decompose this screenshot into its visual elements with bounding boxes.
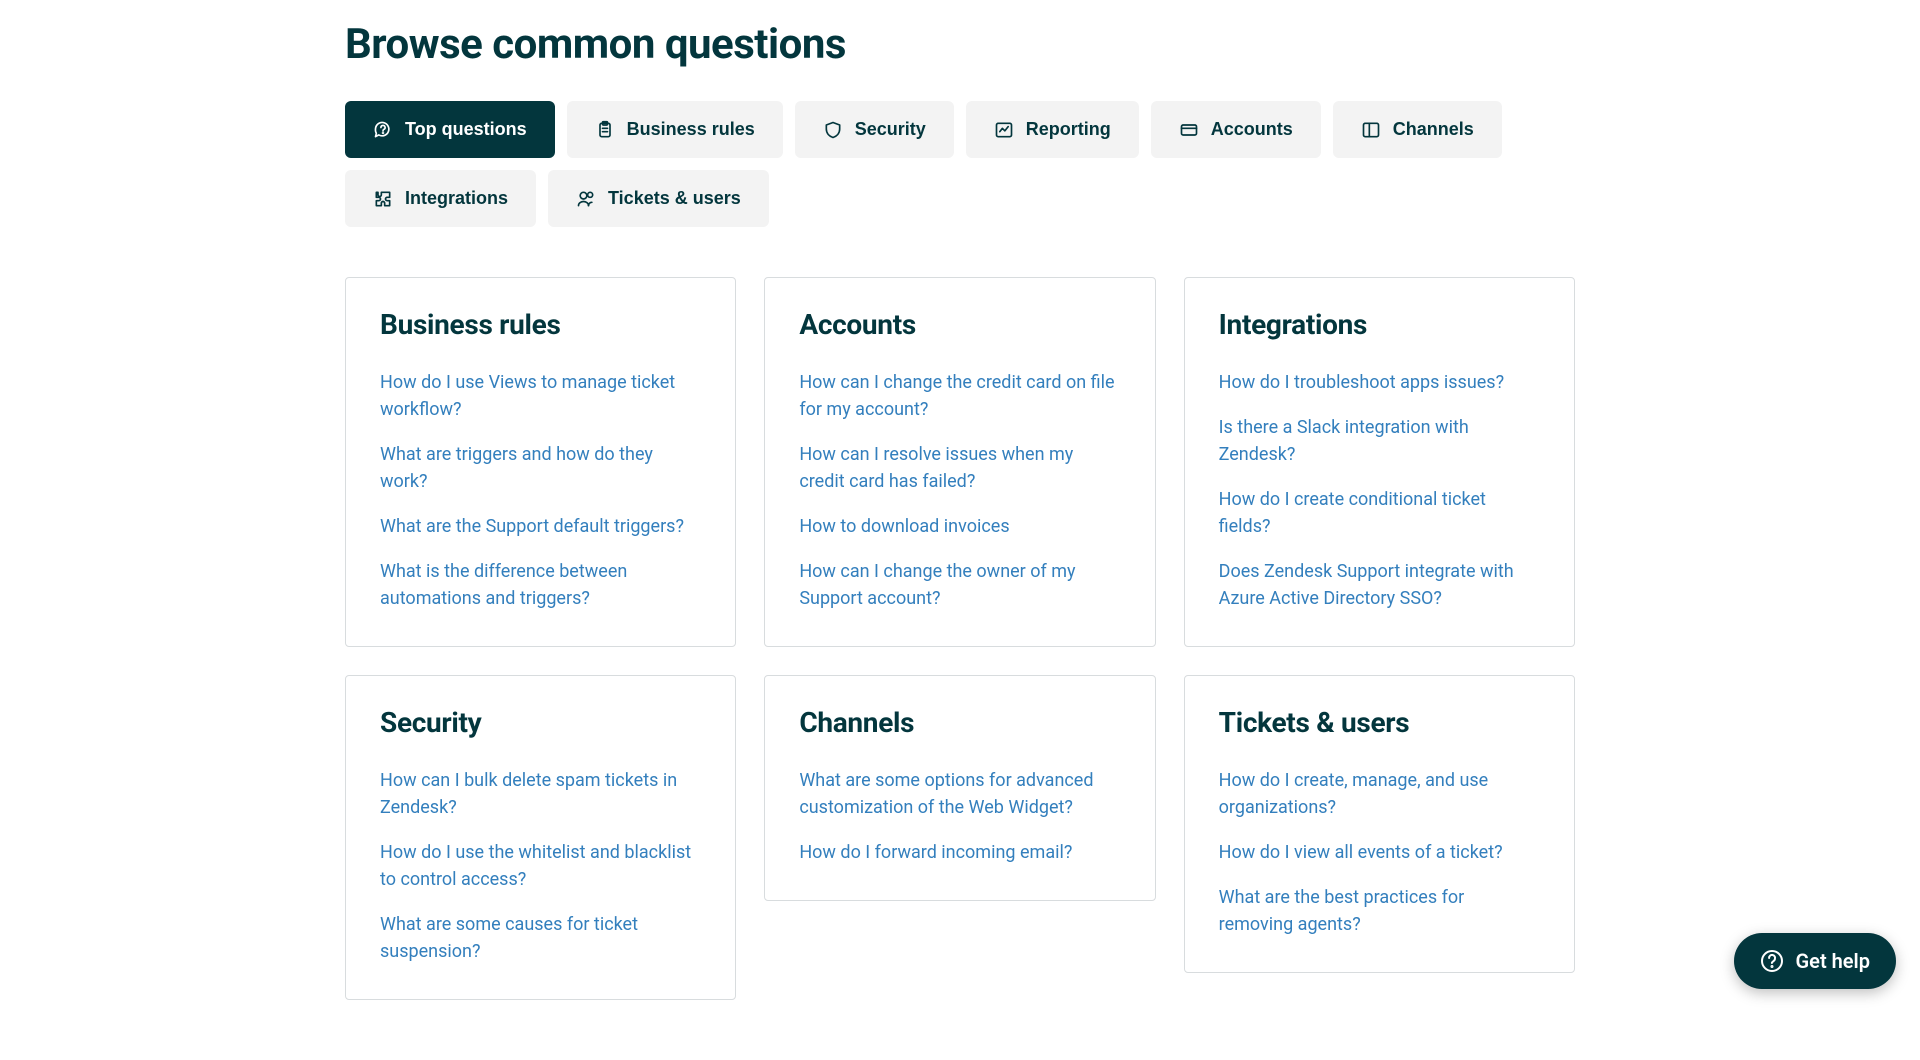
tab-channels[interactable]: Channels [1333, 101, 1502, 158]
tab-top-questions[interactable]: Top questions [345, 101, 555, 158]
help-icon [1760, 949, 1784, 973]
question-link[interactable]: How can I bulk delete spam tickets in Ze… [380, 770, 677, 818]
question-link[interactable]: What is the difference between automatio… [380, 561, 627, 609]
cards-column: Accounts How can I change the credit card… [764, 277, 1155, 901]
question-link[interactable]: How do I create conditional ticket field… [1219, 489, 1486, 537]
question-link[interactable]: How do I view all events of a ticket? [1219, 842, 1503, 863]
question-link[interactable]: How do I use Views to manage ticket work… [380, 372, 675, 420]
get-help-widget[interactable]: Get help [1734, 933, 1896, 989]
card-link-list: How do I troubleshoot apps issues? Is the… [1219, 369, 1540, 612]
question-link[interactable]: How do I forward incoming email? [799, 842, 1072, 863]
card-title: Business rules [380, 308, 701, 341]
tab-label: Reporting [1026, 119, 1111, 140]
list-item: What are some options for advanced custo… [799, 767, 1120, 821]
question-link[interactable]: What are the best practices for removing… [1219, 887, 1465, 935]
question-link[interactable]: How do I troubleshoot apps issues? [1219, 372, 1504, 393]
card-channels: Channels What are some options for advanc… [764, 675, 1155, 901]
tab-tickets-users[interactable]: Tickets & users [548, 170, 769, 227]
card-link-list: How do I use Views to manage ticket work… [380, 369, 701, 612]
list-item: How do I view all events of a ticket? [1219, 839, 1540, 866]
tab-business-rules[interactable]: Business rules [567, 101, 783, 158]
question-link[interactable]: What are the Support default triggers? [380, 516, 684, 537]
list-item: How do I troubleshoot apps issues? [1219, 369, 1540, 396]
question-link[interactable]: What are some options for advanced custo… [799, 770, 1093, 818]
get-help-label: Get help [1796, 949, 1870, 973]
list-item: Is there a Slack integration with Zendes… [1219, 414, 1540, 468]
card-title: Accounts [799, 308, 1120, 341]
tab-label: Integrations [405, 188, 508, 209]
list-item: What are triggers and how do they work? [380, 441, 701, 495]
list-item: What are some causes for ticket suspensi… [380, 911, 701, 965]
card-link-list: What are some options for advanced custo… [799, 767, 1120, 866]
question-link[interactable]: How can I change the owner of my Support… [799, 561, 1075, 609]
tab-label: Security [855, 119, 926, 140]
list-item: How to download invoices [799, 513, 1120, 540]
card-title: Integrations [1219, 308, 1540, 341]
list-item: How do I create conditional ticket field… [1219, 486, 1540, 540]
tab-label: Business rules [627, 119, 755, 140]
tab-label: Top questions [405, 119, 527, 140]
tab-security[interactable]: Security [795, 101, 954, 158]
category-tabs: Top questions Business rules Security Repor… [345, 101, 1575, 227]
question-link[interactable]: Does Zendesk Support integrate with Azur… [1219, 561, 1514, 609]
list-item: How can I change the owner of my Support… [799, 558, 1120, 612]
credit-card-icon [1179, 120, 1199, 140]
users-icon [576, 189, 596, 209]
card-integrations: Integrations How do I troubleshoot apps i… [1184, 277, 1575, 647]
tab-reporting[interactable]: Reporting [966, 101, 1139, 158]
question-link[interactable]: Is there a Slack integration with Zendes… [1219, 417, 1469, 465]
card-title: Channels [799, 706, 1120, 739]
card-business-rules: Business rules How do I use Views to mana… [345, 277, 736, 647]
list-item: How can I resolve issues when my credit … [799, 441, 1120, 495]
tab-label: Channels [1393, 119, 1474, 140]
tab-integrations[interactable]: Integrations [345, 170, 536, 227]
cards-grid: Business rules How do I use Views to mana… [345, 277, 1575, 1000]
tab-label: Accounts [1211, 119, 1293, 140]
question-link[interactable]: What are triggers and how do they work? [380, 444, 653, 492]
cards-column: Integrations How do I troubleshoot apps i… [1184, 277, 1575, 973]
chat-question-icon [373, 120, 393, 140]
list-item: What are the best practices for removing… [1219, 884, 1540, 938]
question-link[interactable]: What are some causes for ticket suspensi… [380, 914, 638, 962]
list-item: How do I create, manage, and use organiz… [1219, 767, 1540, 821]
card-link-list: How do I create, manage, and use organiz… [1219, 767, 1540, 938]
shield-icon [823, 120, 843, 140]
card-tickets-users: Tickets & users How do I create, manage, … [1184, 675, 1575, 973]
card-security: Security How can I bulk delete spam ticke… [345, 675, 736, 1000]
chart-icon [994, 120, 1014, 140]
question-link[interactable]: How do I create, manage, and use organiz… [1219, 770, 1489, 818]
question-link[interactable]: How can I change the credit card on file… [799, 372, 1114, 420]
question-link[interactable]: How to download invoices [799, 516, 1009, 537]
question-link[interactable]: How do I use the whitelist and blacklist… [380, 842, 691, 890]
puzzle-icon [373, 189, 393, 209]
question-link[interactable]: How can I resolve issues when my credit … [799, 444, 1073, 492]
card-accounts: Accounts How can I change the credit card… [764, 277, 1155, 647]
cards-column: Business rules How do I use Views to mana… [345, 277, 736, 1000]
list-item: How can I change the credit card on file… [799, 369, 1120, 423]
tab-label: Tickets & users [608, 188, 741, 209]
card-link-list: How can I bulk delete spam tickets in Ze… [380, 767, 701, 965]
list-item: Does Zendesk Support integrate with Azur… [1219, 558, 1540, 612]
list-item: How do I use Views to manage ticket work… [380, 369, 701, 423]
card-title: Security [380, 706, 701, 739]
list-item: What is the difference between automatio… [380, 558, 701, 612]
list-item: How do I use the whitelist and blacklist… [380, 839, 701, 893]
list-item: What are the Support default triggers? [380, 513, 701, 540]
tab-accounts[interactable]: Accounts [1151, 101, 1321, 158]
card-link-list: How can I change the credit card on file… [799, 369, 1120, 612]
list-item: How do I forward incoming email? [799, 839, 1120, 866]
layout-icon [1361, 120, 1381, 140]
card-title: Tickets & users [1219, 706, 1540, 739]
page-title: Browse common questions [345, 20, 1575, 69]
clipboard-icon [595, 120, 615, 140]
list-item: How can I bulk delete spam tickets in Ze… [380, 767, 701, 821]
